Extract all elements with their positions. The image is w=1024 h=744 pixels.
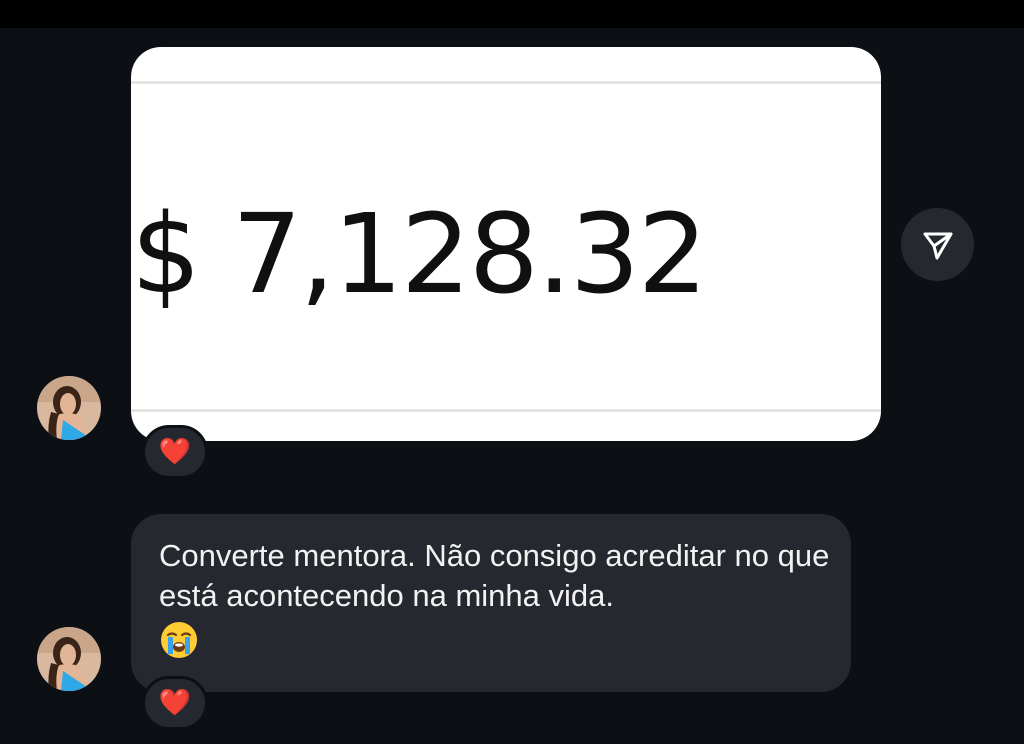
reaction-badge[interactable]: ❤️ <box>142 676 208 730</box>
status-bar <box>0 0 1024 28</box>
heart-icon: ❤️ <box>158 437 192 467</box>
send-icon <box>923 232 952 259</box>
message-text: Converte mentora. Não consigo acreditar … <box>159 538 830 613</box>
share-button[interactable] <box>901 208 974 281</box>
avatar[interactable] <box>37 376 101 440</box>
chat-thread: $ 7,128.32 ❤️ Converte mentora. Não cons… <box>0 28 1024 744</box>
text-message[interactable]: Converte mentora. Não consigo acreditar … <box>131 514 851 692</box>
image-divider <box>131 81 881 84</box>
image-divider <box>131 409 881 412</box>
balance-amount: $ 7,128.32 <box>131 190 708 318</box>
avatar[interactable] <box>37 627 101 691</box>
heart-icon: ❤️ <box>158 688 192 718</box>
loudly-crying-face-icon <box>159 620 199 664</box>
image-message[interactable]: $ 7,128.32 <box>131 47 881 441</box>
reaction-badge[interactable]: ❤️ <box>142 425 208 479</box>
